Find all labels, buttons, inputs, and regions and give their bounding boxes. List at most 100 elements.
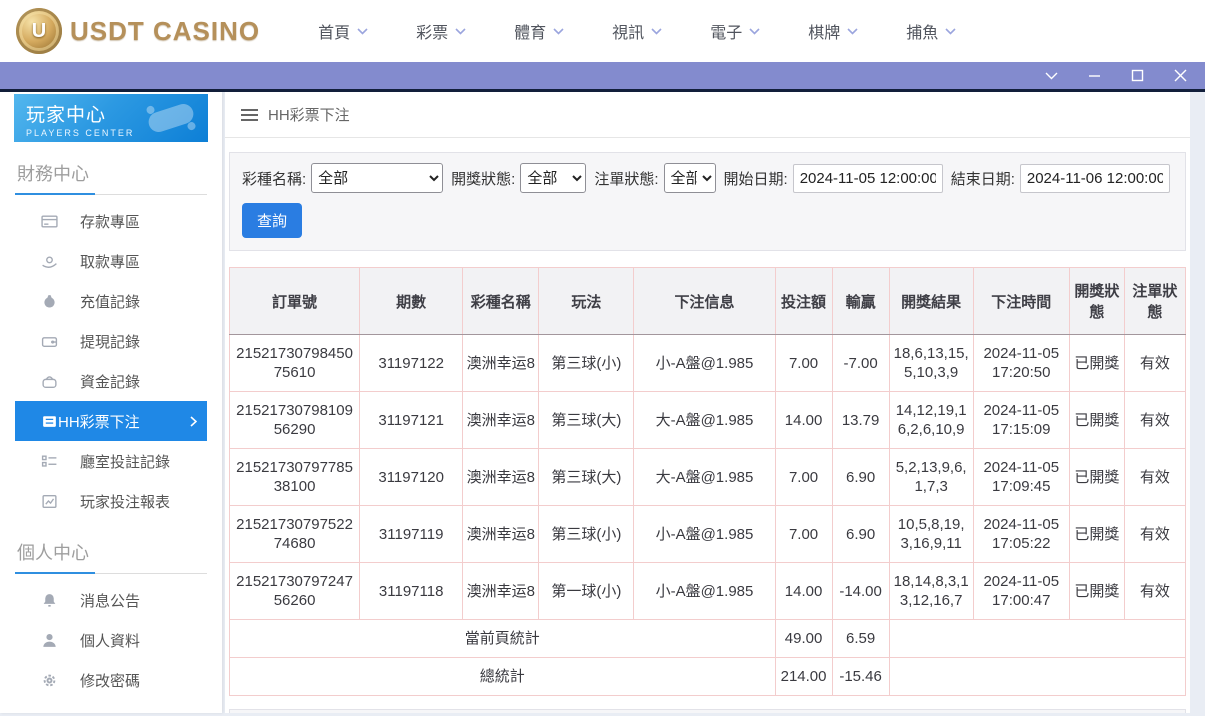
cell-winloss: 6.90	[832, 506, 889, 563]
sidebar-item-change-password[interactable]: 修改密碼	[15, 660, 207, 700]
cell-bet-time: 2024-11-05 17:20:50	[973, 335, 1069, 392]
sidebar-item-label: 充值記錄	[80, 291, 140, 312]
cell-order-id: 2152173079810956290	[230, 392, 360, 449]
hand-money-icon	[41, 253, 58, 270]
cell-order-status: 有效	[1124, 392, 1185, 449]
order-status-label: 注單狀態:	[594, 168, 658, 189]
chevron-down-icon	[357, 28, 368, 35]
cell-bet-info: 大-A盤@1.985	[634, 392, 775, 449]
cell-draw-status: 已開獎	[1069, 335, 1124, 392]
cell-play: 第三球(大)	[539, 449, 634, 506]
sidebar-item-player-bet-report[interactable]: 玩家投注報表	[15, 481, 207, 521]
cell-draw-status: 已開獎	[1069, 563, 1124, 620]
sidebar-item-withdraw[interactable]: 取款專區	[15, 241, 207, 281]
summary-label: 總統計	[230, 658, 776, 696]
summary-bet-amount: 49.00	[775, 620, 832, 658]
chevron-right-icon	[190, 416, 197, 427]
sidebar-item-label: 取款專區	[80, 251, 140, 272]
cell-bet-time: 2024-11-05 17:09:45	[973, 449, 1069, 506]
finance-menu: 存款專區 取款專區 充值記錄 提現記錄 資金記錄 HH彩票下注	[15, 201, 207, 521]
cell-lottery: 澳洲幸运8	[463, 563, 539, 620]
cell-lottery: 澳洲幸运8	[463, 506, 539, 563]
bet-list-icon	[41, 413, 58, 430]
room-list-icon	[41, 453, 58, 470]
end-date-input[interactable]	[1020, 164, 1170, 193]
nav-item-label: 彩票	[416, 19, 448, 43]
cell-order-status: 有效	[1124, 449, 1185, 506]
sidebar-item-announcements[interactable]: 消息公告	[15, 580, 207, 620]
gear-icon	[41, 672, 58, 689]
nav-menu-item[interactable]: 體育	[514, 19, 564, 43]
sidebar-item-withdrawal-record[interactable]: 提現記錄	[15, 321, 207, 361]
table-row: 2152173079810956290 31197121 澳洲幸运8 第三球(大…	[230, 392, 1186, 449]
nav-menu-item[interactable]: 視訊	[612, 19, 662, 43]
table-row: 2152173079752274680 31197119 澳洲幸运8 第三球(小…	[230, 506, 1186, 563]
sidebar-item-hh-lottery-bets[interactable]: HH彩票下注	[15, 401, 207, 441]
section-underline	[15, 573, 207, 574]
sidebar-item-recharge-record[interactable]: 充值記錄	[15, 281, 207, 321]
order-status-select[interactable]: 全部	[664, 163, 716, 193]
col-bet-time: 下注時間	[973, 268, 1069, 335]
total-summary-row: 總統計 214.00 -15.46	[230, 658, 1186, 696]
chevron-down-icon	[749, 28, 760, 35]
cell-bet-time: 2024-11-05 17:15:09	[973, 392, 1069, 449]
window-close-icon[interactable]	[1174, 69, 1187, 82]
start-date-input[interactable]	[793, 164, 943, 193]
hamburger-icon[interactable]	[241, 109, 258, 121]
brand-logo[interactable]: U USDT CASINO	[16, 8, 260, 54]
draw-status-select[interactable]: 全部	[520, 163, 586, 193]
nav-menu-item[interactable]: 彩票	[416, 19, 466, 43]
section-underline	[15, 194, 207, 195]
nav-menu-item[interactable]: 首頁	[318, 19, 368, 43]
table-body: 2152173079845075610 31197122 澳洲幸运8 第三球(小…	[230, 335, 1186, 696]
cell-winloss: 6.90	[832, 449, 889, 506]
sidebar-item-funds-record[interactable]: 資金記錄	[15, 361, 207, 401]
col-order-status: 注單狀態	[1124, 268, 1185, 335]
table-row: 2152173079724756260 31197118 澳洲幸运8 第一球(小…	[230, 563, 1186, 620]
nav-item-label: 捕魚	[906, 19, 938, 43]
cell-bet-amount: 7.00	[775, 449, 832, 506]
cell-winloss: 13.79	[832, 392, 889, 449]
cell-draw-status: 已開獎	[1069, 392, 1124, 449]
breadcrumb: HH彩票下注	[225, 92, 1190, 138]
cell-lottery: 澳洲幸运8	[463, 392, 539, 449]
page-title: HH彩票下注	[268, 104, 350, 125]
col-bet-amount: 投注額	[775, 268, 832, 335]
sidebar-item-profile[interactable]: 個人資料	[15, 620, 207, 660]
cell-bet-amount: 14.00	[775, 392, 832, 449]
content-panel: HH彩票下注 彩種名稱: 全部 開獎狀態: 全部 注單狀態: 全部 開始日期: …	[225, 92, 1190, 713]
window-minimize-icon[interactable]	[1088, 69, 1101, 82]
filter-panel: 彩種名稱: 全部 開獎狀態: 全部 注單狀態: 全部 開始日期: 結束日期: 查…	[229, 152, 1186, 251]
nav-menu-item[interactable]: 棋牌	[808, 19, 858, 43]
cell-bet-time: 2024-11-05 17:00:47	[973, 563, 1069, 620]
cell-period: 31197118	[360, 563, 463, 620]
cell-period: 31197122	[360, 335, 463, 392]
summary-winloss: 6.59	[832, 620, 889, 658]
lottery-name-label: 彩種名稱:	[242, 168, 306, 189]
cell-lottery: 澳洲幸运8	[463, 449, 539, 506]
col-draw-status: 開獎狀態	[1069, 268, 1124, 335]
search-button[interactable]: 查詢	[242, 203, 302, 238]
cell-winloss: -7.00	[832, 335, 889, 392]
sidebar-item-deposit[interactable]: 存款專區	[15, 201, 207, 241]
main-nav: 首頁 彩票 體育 視訊 電子 棋牌	[318, 19, 956, 43]
window-dropdown-icon[interactable]	[1045, 72, 1058, 80]
cell-order-status: 有效	[1124, 335, 1185, 392]
nav-menu-item[interactable]: 捕魚	[906, 19, 956, 43]
personal-menu: 消息公告 個人資料 修改密碼	[15, 580, 207, 700]
section-title: 個人中心	[15, 539, 207, 573]
section-title: 財務中心	[15, 160, 207, 194]
sidebar-item-room-bet-record[interactable]: 廳室投註記錄	[15, 441, 207, 481]
chevron-down-icon	[455, 28, 466, 35]
bank-card-icon	[41, 213, 58, 230]
cell-draw-result: 5,2,13,9,6,1,7,3	[889, 449, 973, 506]
lottery-name-select[interactable]: 全部	[311, 163, 443, 193]
coin-logo-icon: U	[16, 8, 62, 54]
nav-menu-item[interactable]: 電子	[710, 19, 760, 43]
window-maximize-icon[interactable]	[1131, 69, 1144, 82]
summary-label: 當前頁統計	[230, 620, 776, 658]
end-date-label: 結束日期:	[951, 168, 1015, 189]
cell-bet-time: 2024-11-05 17:05:22	[973, 506, 1069, 563]
bet-records-table: 訂單號 期數 彩種名稱 玩法 下注信息 投注額 輸贏 開獎結果 下注時間 開獎狀…	[229, 267, 1186, 696]
cell-draw-result: 14,12,19,16,2,6,10,9	[889, 392, 973, 449]
